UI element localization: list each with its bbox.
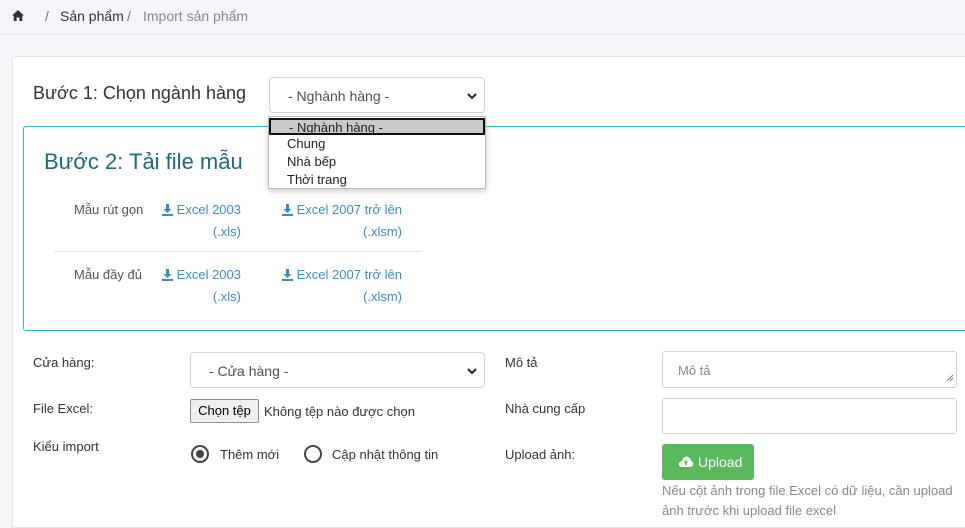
home-icon[interactable] bbox=[11, 9, 25, 25]
link-ext: (.xls) bbox=[212, 224, 241, 239]
dropdown-option[interactable]: Nhà bếp bbox=[269, 154, 485, 171]
upload-help-text: Nếu cột ảnh trong file Excel có dữ liệu,… bbox=[662, 483, 953, 518]
upload-button-label: Upload bbox=[698, 454, 743, 470]
link-text: Excel 2007 trở lên bbox=[296, 202, 402, 217]
template-short-label: Mẫu rút gọn bbox=[74, 202, 144, 217]
radio-update-info-label[interactable]: Cập nhật thông tin bbox=[332, 447, 438, 462]
radio-checked-dot bbox=[196, 450, 204, 458]
cloud-upload-icon bbox=[678, 455, 694, 471]
dropdown-option[interactable]: Chung bbox=[269, 136, 485, 153]
file-status-text: Không tệp nào được chọn bbox=[264, 404, 415, 419]
breadcrumb: / Sản phẩm / Import sản phẩm bbox=[0, 0, 965, 35]
link-text: Excel 2003 bbox=[176, 267, 241, 282]
upload-button[interactable]: Upload bbox=[662, 444, 754, 480]
category-select-value: - Nghành hàng - bbox=[288, 88, 390, 104]
breadcrumb-separator: / bbox=[127, 8, 131, 24]
download-icon bbox=[281, 202, 294, 222]
breadcrumb-separator: / bbox=[45, 8, 49, 24]
link-text: Excel 2003 bbox=[176, 202, 241, 217]
resize-grip-icon[interactable] bbox=[946, 370, 954, 385]
dropdown-option[interactable]: - Nghành hàng - bbox=[269, 118, 485, 135]
link-ext: (.xls) bbox=[212, 289, 241, 304]
download-icon bbox=[161, 267, 174, 287]
download-full-excel2007-link[interactable]: Excel 2007 trở lên (.xlsm) bbox=[280, 265, 402, 307]
radio-add-new-label[interactable]: Thêm mới bbox=[220, 447, 279, 462]
download-short-excel2003-link[interactable]: Excel 2003 (.xls) bbox=[155, 200, 241, 242]
store-label: Cửa hàng: bbox=[33, 355, 95, 370]
choose-file-button[interactable]: Chọn tệp bbox=[190, 399, 259, 423]
link-text: Excel 2007 trở lên bbox=[296, 267, 402, 282]
store-select-value: - Cửa hàng - bbox=[209, 363, 289, 379]
download-full-excel2003-link[interactable]: Excel 2003 (.xls) bbox=[155, 265, 241, 307]
supplier-label: Nhà cung cấp bbox=[505, 401, 586, 416]
breadcrumb-item-import: Import sản phẩm bbox=[143, 8, 249, 24]
breadcrumb-item-products[interactable]: Sản phẩm bbox=[60, 8, 124, 24]
link-ext: (.xlsm) bbox=[363, 224, 402, 239]
template-full-label: Mẫu đầy đủ bbox=[74, 267, 142, 282]
template-divider bbox=[54, 251, 422, 252]
step2-title: Bước 2: Tải file mẫu bbox=[44, 149, 243, 174]
link-ext: (.xlsm) bbox=[363, 289, 402, 304]
store-select[interactable]: - Cửa hàng - bbox=[190, 352, 485, 388]
category-select[interactable]: - Nghành hàng - bbox=[269, 77, 485, 113]
chevron-down-icon bbox=[466, 89, 478, 105]
description-label: Mô tả bbox=[505, 355, 538, 370]
dropdown-option[interactable]: Thời trang bbox=[269, 172, 485, 189]
radio-add-new[interactable] bbox=[191, 445, 209, 463]
download-icon bbox=[281, 267, 294, 287]
chevron-down-icon bbox=[466, 364, 478, 380]
file-excel-label: File Excel: bbox=[33, 401, 93, 416]
import-type-label: Kiểu import bbox=[33, 439, 99, 454]
supplier-input[interactable] bbox=[662, 398, 957, 434]
upload-image-label: Upload ảnh: bbox=[505, 447, 576, 462]
download-short-excel2007-link[interactable]: Excel 2007 trở lên (.xlsm) bbox=[280, 200, 402, 242]
description-placeholder: Mô tả bbox=[678, 363, 711, 378]
radio-update-info[interactable] bbox=[304, 445, 322, 463]
step1-label: Bước 1: Chọn ngành hàng bbox=[33, 83, 247, 103]
category-dropdown-list: - Nghành hàng - Chung Nhà bếp Thời trang bbox=[268, 116, 486, 189]
description-textarea[interactable]: Mô tả bbox=[662, 351, 957, 388]
download-icon bbox=[161, 202, 174, 222]
